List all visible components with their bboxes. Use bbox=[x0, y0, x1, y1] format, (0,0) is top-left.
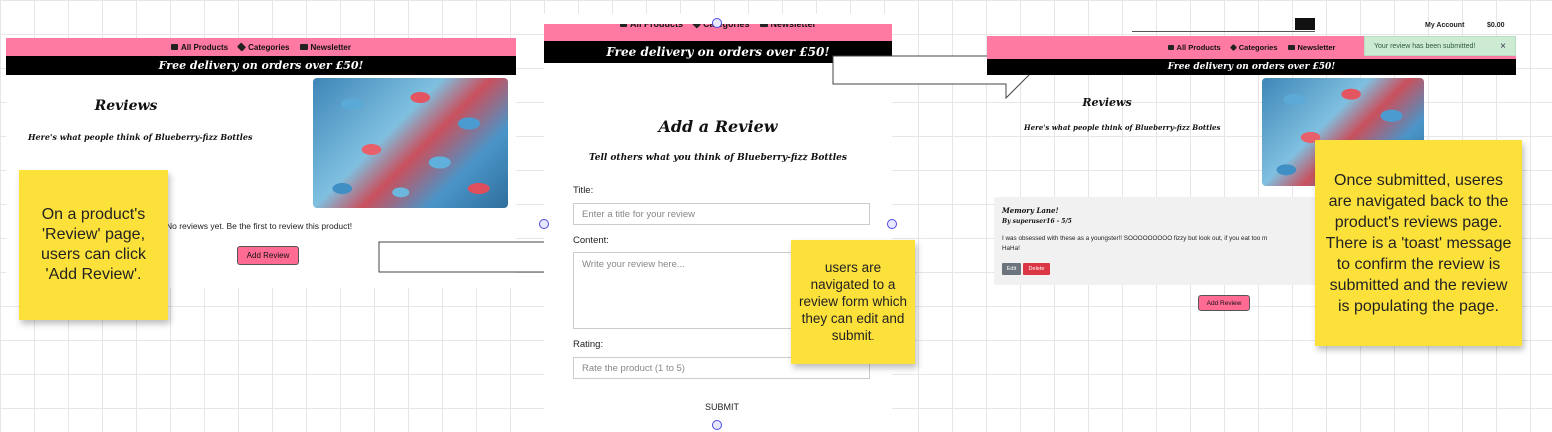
page-title: Reviews bbox=[94, 98, 158, 114]
note-text: Once submitted, useres are navigated bac… bbox=[1325, 171, 1512, 315]
nav-categories[interactable]: Categories bbox=[1229, 43, 1278, 52]
delivery-banner: Free delivery on orders over £50! bbox=[6, 56, 516, 75]
add-review-button[interactable]: Add Review bbox=[1198, 295, 1250, 311]
review-body-continued: HaHa! bbox=[1002, 245, 1020, 252]
envelope-icon bbox=[1287, 45, 1295, 50]
box-icon bbox=[619, 24, 627, 27]
selection-handle-top[interactable] bbox=[712, 18, 722, 28]
form-subtitle: Tell others what you think of Blueberry-… bbox=[589, 153, 847, 163]
my-account-link[interactable]: My Account bbox=[1425, 22, 1464, 29]
search-button[interactable] bbox=[1295, 18, 1315, 30]
envelope-icon bbox=[299, 44, 308, 50]
note-click-add-review: On a product's 'Review' page, users can … bbox=[19, 170, 168, 320]
nav-newsletter[interactable]: Newsletter bbox=[1287, 43, 1335, 52]
title-label: Title: bbox=[573, 185, 594, 196]
content-label: Content: bbox=[573, 235, 609, 246]
toast-close-icon[interactable]: × bbox=[1500, 41, 1506, 52]
envelope-icon bbox=[759, 24, 768, 27]
review-card: Memory Lane! By superuser16 - 5/5 I was … bbox=[994, 197, 1354, 285]
no-reviews-text: No reviews yet. Be the first to review t… bbox=[166, 221, 353, 231]
cart-total[interactable]: $0.00 bbox=[1487, 22, 1505, 29]
toast-text: Your review has been submitted! bbox=[1374, 42, 1476, 50]
page-subtitle: Here's what people think of Blueberry-fi… bbox=[1024, 123, 1221, 132]
box-icon bbox=[171, 44, 179, 50]
note-review-form: users are navigated to a review form whi… bbox=[791, 240, 915, 364]
delete-button[interactable]: Delete bbox=[1023, 263, 1050, 275]
add-review-button[interactable]: Add Review bbox=[237, 246, 299, 265]
nav-all-products[interactable]: All Products bbox=[619, 24, 683, 29]
title-input[interactable]: Enter a title for your review bbox=[573, 203, 870, 225]
nav-categories[interactable]: Categories bbox=[237, 42, 290, 52]
review-body: I was obsessed with these as a youngster… bbox=[1002, 235, 1268, 242]
box-icon bbox=[1167, 45, 1174, 50]
review-meta: By superuser16 - 5/5 bbox=[1002, 218, 1072, 225]
selection-handle-left[interactable] bbox=[539, 219, 549, 229]
tag-icon bbox=[691, 24, 702, 29]
page-subtitle: Here's what people think of Blueberry-fi… bbox=[28, 132, 253, 142]
edit-button[interactable]: Edit bbox=[1002, 263, 1021, 275]
submit-button[interactable]: SUBMIT bbox=[544, 402, 892, 412]
note-after-submit: Once submitted, useres are navigated bac… bbox=[1315, 140, 1522, 346]
nav-newsletter[interactable]: Newsletter bbox=[299, 43, 351, 52]
note-text: On a product's 'Review' page, users can … bbox=[41, 206, 146, 283]
toast-message: Your review has been submitted! × bbox=[1364, 36, 1516, 56]
tag-icon bbox=[237, 42, 247, 52]
tag-icon bbox=[1229, 43, 1237, 52]
form-title: Add a Review bbox=[658, 117, 778, 136]
selection-handle-right[interactable] bbox=[887, 219, 897, 229]
selection-handle-bottom[interactable] bbox=[712, 420, 722, 430]
product-image bbox=[313, 78, 508, 208]
search-bar-edge bbox=[1132, 18, 1315, 32]
nav-all-products[interactable]: All Products bbox=[1167, 43, 1221, 52]
top-nav: All Products Categories Newsletter bbox=[6, 38, 516, 56]
note-text: users are navigated to a review form whi… bbox=[798, 259, 908, 343]
rating-label: Rating: bbox=[573, 339, 604, 350]
delivery-banner: Free delivery on orders over £50! bbox=[987, 59, 1516, 75]
nav-newsletter[interactable]: Newsletter bbox=[759, 24, 816, 29]
nav-all-products[interactable]: All Products bbox=[171, 43, 228, 52]
page-title: Reviews bbox=[1082, 96, 1132, 109]
review-title: Memory Lane! bbox=[1002, 206, 1059, 215]
